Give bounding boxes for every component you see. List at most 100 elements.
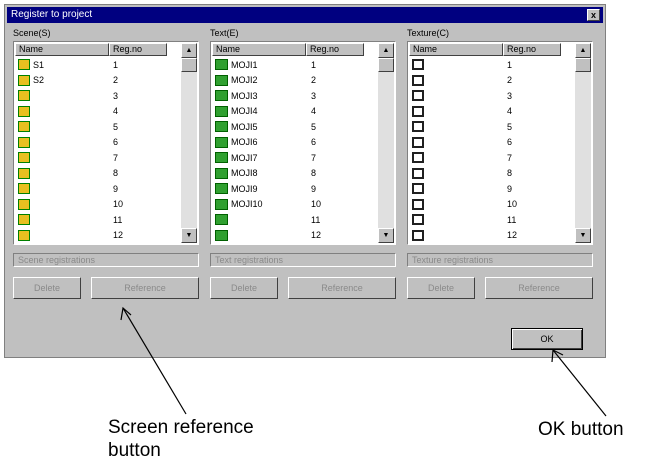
vertical-scrollbar[interactable]: ▲ ▼ (378, 43, 394, 243)
vertical-scrollbar[interactable]: ▲ ▼ (181, 43, 197, 243)
item-name: MOJI6 (231, 137, 258, 148)
item-regno: 2 (507, 75, 513, 86)
list-item[interactable]: 12 (409, 228, 575, 244)
column-header-regno[interactable]: Reg.no (306, 43, 364, 56)
list-item[interactable]: 8 (409, 166, 575, 182)
list-item[interactable]: 12 (15, 228, 181, 244)
list-item[interactable]: 9 (15, 181, 181, 197)
list-item[interactable]: 10 (409, 197, 575, 213)
list-item[interactable]: 11 (212, 212, 378, 228)
scroll-up-icon[interactable]: ▲ (181, 43, 197, 58)
item-regno: 11 (113, 214, 123, 225)
column-header-regno[interactable]: Reg.no (503, 43, 561, 56)
list-item[interactable]: 11 (409, 212, 575, 228)
delete-button[interactable]: Delete (407, 277, 475, 299)
list-item[interactable]: 12 (212, 228, 378, 244)
scroll-up-icon[interactable]: ▲ (378, 43, 394, 58)
item-regno: 8 (113, 168, 119, 179)
list-item[interactable]: 11 (15, 212, 181, 228)
item-regno: 10 (311, 199, 322, 210)
column-header-name[interactable]: Name (212, 43, 306, 56)
item-regno: 6 (507, 137, 513, 148)
scroll-thumb[interactable] (181, 58, 197, 72)
list-item[interactable]: MOJI7 7 (212, 150, 378, 166)
list-item[interactable]: 9 (409, 181, 575, 197)
dialog-title: Register to project (11, 9, 93, 20)
list-item[interactable]: MOJI6 6 (212, 135, 378, 151)
column-header-name[interactable]: Name (409, 43, 503, 56)
item-regno: 1 (311, 59, 317, 70)
list-item[interactable]: MOJI1 1 (212, 57, 378, 73)
item-name: MOJI5 (231, 121, 258, 132)
vertical-scrollbar[interactable]: ▲ ▼ (575, 43, 591, 243)
scene-icon (18, 214, 30, 226)
delete-button[interactable]: Delete (210, 277, 278, 299)
screen-reference-button[interactable]: Reference (288, 277, 396, 299)
scroll-down-icon[interactable]: ▼ (181, 228, 197, 243)
item-regno: 6 (113, 137, 119, 148)
panel-scene: Scene(S) Name Reg.no S1 1 S2 2 3 4 5 6 7 8 9 10 11 12 ▲ ▼ S… (13, 27, 199, 299)
item-regno: 2 (113, 75, 119, 86)
list-item[interactable]: MOJI8 8 (212, 166, 378, 182)
item-regno: 12 (507, 230, 518, 241)
list-item[interactable]: 5 (409, 119, 575, 135)
scroll-down-icon[interactable]: ▼ (378, 228, 394, 243)
text-icon (215, 105, 228, 117)
list-item[interactable]: 6 (409, 135, 575, 151)
text-icon (215, 152, 228, 164)
column-header-regno[interactable]: Reg.no (109, 43, 167, 56)
list-box[interactable]: Name Reg.no 1 2 3 4 5 6 7 8 9 10 11 12 ▲ ▼ (407, 41, 593, 245)
text-icon (215, 121, 228, 133)
list-item[interactable]: MOJI5 5 (212, 119, 378, 135)
texture-icon (412, 90, 424, 102)
list-item[interactable]: 5 (15, 119, 181, 135)
scroll-thumb[interactable] (575, 58, 591, 72)
column-header-name[interactable]: Name (15, 43, 109, 56)
text-icon (215, 198, 228, 210)
list-header: Name Reg.no (212, 43, 378, 56)
list-item[interactable]: 3 (409, 88, 575, 104)
item-regno: 8 (311, 168, 317, 179)
list-item[interactable]: 6 (15, 135, 181, 151)
list-item[interactable]: 4 (409, 104, 575, 120)
scene-icon (18, 198, 30, 210)
scene-icon (18, 229, 30, 241)
panel-texture: Texture(C) Name Reg.no 1 2 3 4 5 6 7 8 9 10 11 12 ▲ ▼ Tex… (407, 27, 593, 299)
list-item[interactable]: 4 (15, 104, 181, 120)
list-box[interactable]: Name Reg.no MOJI1 1 MOJI2 2 MOJI3 3 MOJI4 4 MOJI5 5… (210, 41, 396, 245)
screen-reference-button[interactable]: Reference (91, 277, 199, 299)
texture-icon (412, 198, 424, 210)
texture-icon (412, 152, 424, 164)
register-to-project-dialog: Register to project x Scene(S) Name Reg.no… (4, 4, 606, 358)
text-icon (215, 74, 228, 86)
list-item[interactable]: 10 (15, 197, 181, 213)
item-regno: 5 (113, 121, 119, 132)
list-item[interactable]: S1 1 (15, 57, 181, 73)
list-item[interactable]: 7 (15, 150, 181, 166)
list-item[interactable]: S2 2 (15, 73, 181, 89)
list-box[interactable]: Name Reg.no S1 1 S2 2 3 4 5 6 7 8 9 10 11 12 ▲ ▼ (13, 41, 199, 245)
scroll-down-icon[interactable]: ▼ (575, 228, 591, 243)
scroll-thumb[interactable] (378, 58, 394, 72)
list-item[interactable]: 8 (15, 166, 181, 182)
item-regno: 7 (507, 152, 513, 163)
list-item[interactable]: MOJI2 2 (212, 73, 378, 89)
texture-icon (412, 183, 424, 195)
list-item[interactable]: MOJI4 4 (212, 104, 378, 120)
list-item[interactable]: MOJI3 3 (212, 88, 378, 104)
list-item[interactable]: MOJI10 10 (212, 197, 378, 213)
item-regno: 10 (113, 199, 124, 210)
list-item[interactable]: 2 (409, 73, 575, 89)
list-item[interactable]: 3 (15, 88, 181, 104)
list-item[interactable]: 7 (409, 150, 575, 166)
close-button[interactable]: x (587, 9, 600, 21)
panel-label: Text(E) (210, 28, 239, 38)
scene-icon (18, 121, 30, 133)
screen-reference-button[interactable]: Reference (485, 277, 593, 299)
texture-icon (412, 214, 424, 226)
list-item[interactable]: 1 (409, 57, 575, 73)
delete-button[interactable]: Delete (13, 277, 81, 299)
ok-button[interactable]: OK (511, 328, 583, 350)
list-item[interactable]: MOJI9 9 (212, 181, 378, 197)
scroll-up-icon[interactable]: ▲ (575, 43, 591, 58)
